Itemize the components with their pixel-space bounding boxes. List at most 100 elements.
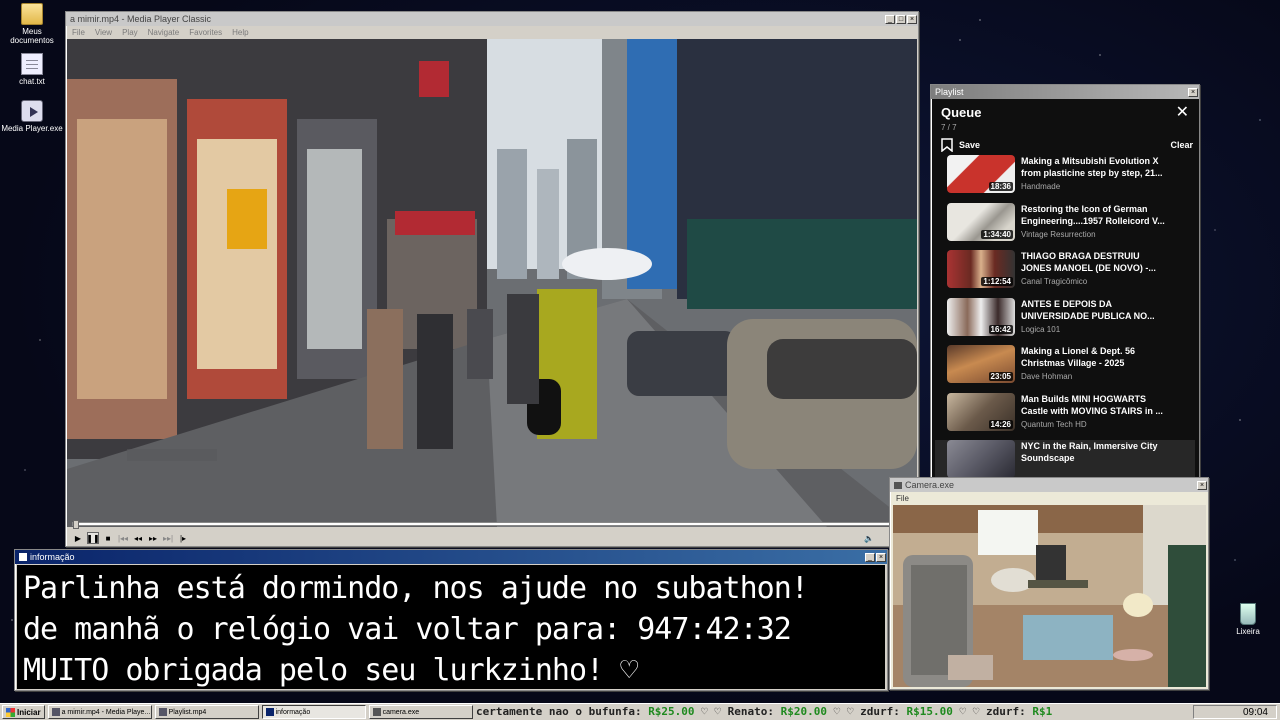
ticker-amount: R$15.00 [906, 705, 953, 718]
channel-name: Dave Hohman [1021, 372, 1073, 381]
menu-view[interactable]: View [95, 28, 112, 37]
desktop-icon-media-player[interactable]: Media Player.exe [0, 100, 64, 133]
channel-name: Handmade [1021, 182, 1061, 191]
task-label: camera.exe [382, 708, 420, 716]
info-window[interactable]: informação _ × Parlinha está dormindo, n… [14, 549, 888, 691]
queue-count: 7 / 7 [941, 123, 957, 132]
menu-navigate[interactable]: Navigate [148, 28, 180, 37]
playlist-window[interactable]: Playlist × Queue ✕ 7 / 7 Save Clear 18:3… [930, 84, 1200, 480]
seek-thumb[interactable] [73, 520, 79, 529]
close-button[interactable]: × [876, 552, 886, 562]
media-player-icon [51, 708, 60, 716]
video-frame[interactable] [67, 39, 917, 527]
desktop-icon-label: Lixeira [1236, 627, 1260, 636]
list-item-current[interactable]: NYC in the Rain, Immersive City Soundsca… [935, 440, 1195, 479]
fast-forward-icon[interactable]: ▸▸ [147, 532, 159, 544]
close-button[interactable]: × [1188, 87, 1198, 97]
menu-file[interactable]: File [72, 28, 85, 37]
bookmark-icon [941, 138, 953, 152]
clock[interactable]: 09:04 [1243, 707, 1268, 718]
video-title: Making a Mitsubishi Evolution X from pla… [1021, 156, 1163, 178]
stop-icon[interactable]: ■ [102, 532, 114, 544]
media-player-title: a mimir.mp4 - Media Player Classic [70, 14, 212, 24]
seek-bar[interactable] [72, 520, 912, 529]
queue-heading: Queue [941, 104, 982, 120]
app-icon [19, 553, 27, 561]
ticker-amount: R$20.00 [780, 705, 828, 718]
desktop-icon-recycle-bin[interactable]: Lixeira [1216, 603, 1280, 636]
video-thumbnail: 1:12:54 [947, 250, 1015, 288]
info-text-area: Parlinha está dormindo, nos ajude no sub… [17, 565, 885, 689]
list-item[interactable]: 14:26 Man Builds MINI HOGWARTS Castle wi… [935, 392, 1195, 441]
windows-logo-icon [6, 707, 15, 717]
folder-icon [21, 3, 43, 25]
notepad-icon [21, 53, 43, 75]
close-button[interactable]: × [1197, 480, 1207, 490]
list-item[interactable]: 1:12:54 THIAGO BRAGA DESTRUIU JONES MANO… [935, 250, 1195, 298]
taskbar-item-playlist[interactable]: Playlist.mp4 [154, 705, 259, 719]
camera-feed [893, 505, 1206, 687]
minimize-button[interactable]: _ [865, 552, 875, 562]
ticker-heart: ♡ [827, 705, 847, 718]
channel-name: Quantum Tech HD [1021, 419, 1087, 429]
media-player-window[interactable]: a mimir.mp4 - Media Player Classic _ □ ×… [65, 11, 919, 547]
list-item[interactable]: 16:42 ANTES E DEPOIS DA UNIVERSIDADE PUB… [935, 297, 1195, 346]
bedroom-camera-image [893, 505, 1206, 687]
ticker-amount: R$25.00 [648, 705, 695, 718]
video-thumbnail: 16:42 [947, 297, 1015, 336]
list-item[interactable]: 1:34:40 Restoring the Icon of German Eng… [935, 202, 1195, 251]
duration-badge: 16:42 [988, 324, 1013, 334]
info-window-title: informação [30, 552, 75, 562]
skip-back-icon[interactable]: |◂◂ [117, 532, 129, 544]
taskbar-item-media-player[interactable]: a mimir.mp4 - Media Playe... [47, 705, 152, 719]
clear-button[interactable]: Clear [1170, 140, 1193, 150]
desktop-icon-chat[interactable]: chat.txt [0, 53, 64, 86]
video-thumbnail: 23:05 [947, 345, 1015, 383]
info-titlebar[interactable]: informação _ × [15, 550, 887, 564]
duration-badge: 23:05 [988, 372, 1013, 381]
video-title: NYC in the Rain, Immersive City Soundsca… [1021, 441, 1158, 463]
pause-icon[interactable]: ❚❚ [86, 532, 100, 544]
camera-window[interactable]: Camera.exe × File [889, 477, 1209, 690]
close-icon[interactable]: ✕ [1176, 102, 1189, 122]
volume-icon[interactable]: 🔈 [863, 532, 875, 544]
menu-file[interactable]: File [896, 494, 909, 503]
save-button[interactable]: Save [941, 138, 980, 152]
menu-help[interactable]: Help [232, 28, 248, 37]
playlist-titlebar[interactable]: Playlist × [931, 85, 1199, 99]
close-button[interactable]: × [907, 14, 917, 24]
list-item[interactable]: 23:05 Making a Lionel & Dept. 56 Christm… [935, 345, 1195, 393]
task-label: informação [275, 708, 311, 716]
media-player-icon [21, 100, 43, 122]
maximize-button[interactable]: □ [896, 14, 906, 24]
rewind-icon[interactable]: ◂◂ [132, 532, 144, 544]
menu-favorites[interactable]: Favorites [189, 28, 222, 37]
ticker-heart: ♡ [952, 705, 973, 718]
video-thumbnail [947, 440, 1015, 478]
recycle-bin-icon [1240, 603, 1256, 625]
info-line-1: Parlinha está dormindo, nos ajude no sub… [23, 571, 809, 606]
ticker-amount: R$1 [1032, 705, 1053, 718]
queue-panel: Queue ✕ 7 / 7 Save Clear 18:36 Making a … [935, 101, 1195, 479]
list-item[interactable]: 18:36 Making a Mitsubishi Evolution X fr… [935, 155, 1195, 203]
system-tray: 09:04 [1193, 705, 1277, 719]
video-title: Restoring the Icon of German Engineering… [1021, 203, 1165, 226]
ticker-text: ♡ zdurf: [972, 705, 1033, 718]
video-thumbnail: 1:34:40 [947, 202, 1015, 241]
taskbar-item-camera[interactable]: camera.exe [368, 705, 473, 719]
camera-window-title: Camera.exe [905, 480, 955, 490]
frame-step-icon[interactable]: |▸ [177, 532, 189, 544]
skip-forward-icon[interactable]: ▸▸| [162, 532, 174, 544]
minimize-button[interactable]: _ [885, 14, 895, 24]
taskbar-item-info[interactable]: informação [261, 705, 366, 719]
start-button[interactable]: Iniciar [2, 705, 45, 719]
camera-titlebar[interactable]: Camera.exe × [890, 478, 1208, 492]
duration-badge: 1:34:40 [981, 229, 1013, 239]
desktop-icon-label: Meus documentos [10, 27, 54, 45]
duration-badge: 18:36 [988, 182, 1013, 191]
media-player-titlebar[interactable]: a mimir.mp4 - Media Player Classic _ □ × [66, 12, 918, 26]
play-icon[interactable]: ▶ [72, 532, 84, 544]
desktop-icon-documents[interactable]: Meus documentos [0, 3, 64, 45]
ticker-heart: ♡ [694, 705, 715, 718]
menu-play[interactable]: Play [122, 28, 138, 37]
